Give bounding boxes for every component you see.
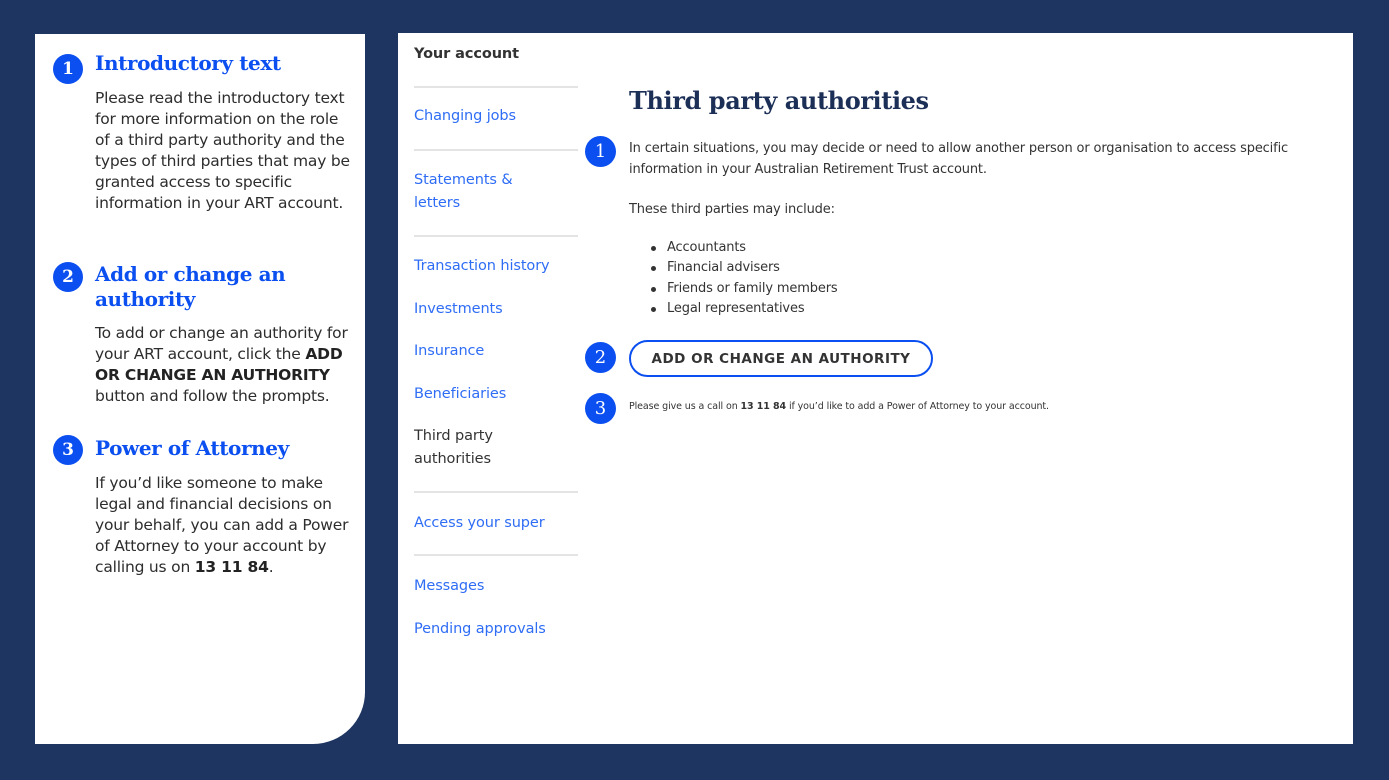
nav-item-messages[interactable]: Messages (414, 575, 574, 598)
note-text: Please give us a call on (629, 401, 741, 412)
nav-item-transaction-history[interactable]: Transaction history (414, 255, 574, 278)
explainer-panel: 1 Introductory text Please read the intr… (35, 34, 365, 744)
explainer-title-intro: Introductory text (95, 51, 281, 75)
list-item: Friends or family members (649, 279, 838, 299)
step-1-badge: 1 (53, 54, 83, 84)
add-or-change-authority-button[interactable]: ADD OR CHANGE AN AUTHORITY (629, 340, 933, 377)
page-title: Third party authorities (629, 86, 929, 115)
nav-item-access-your-super[interactable]: Access your super (414, 512, 574, 535)
tutorial-slide: 1 Introductory text Please read the intr… (0, 0, 1389, 780)
nav-divider (414, 554, 578, 556)
step-3-badge: 3 (53, 435, 83, 465)
step-2-badge: 2 (53, 262, 83, 292)
explainer-title-poa: Power of Attorney (95, 436, 289, 460)
annotation-marker-2: 2 (585, 342, 616, 373)
nav-item-statements-letters[interactable]: Statements & letters (414, 169, 534, 215)
phone-number: 13 11 84 (740, 401, 787, 412)
nav-heading: Your account (414, 46, 519, 62)
nav-item-investments[interactable]: Investments (414, 298, 574, 321)
nav-item-beneficiaries[interactable]: Beneficiaries (414, 383, 574, 406)
nav-item-changing-jobs[interactable]: Changing jobs (414, 105, 574, 128)
nav-item-insurance[interactable]: Insurance (414, 340, 574, 363)
body-text: . (268, 558, 274, 576)
power-of-attorney-note: Please give us a call on 13 11 84 if you… (629, 400, 1049, 414)
nav-divider (414, 86, 578, 88)
explainer-body-intro: Please read the introductory text for mo… (95, 89, 350, 212)
list-item: Financial advisers (649, 258, 838, 278)
nav-item-pending-approvals[interactable]: Pending approvals (414, 618, 574, 641)
nav-item-third-party-authorities[interactable]: Third party authorities (414, 425, 524, 471)
note-text: if you’d like to add a Power of Attorney… (786, 401, 1049, 412)
explainer-title-add-authority: Add or change an authority (95, 262, 286, 311)
list-item: Legal representatives (649, 299, 838, 319)
annotation-marker-3: 3 (585, 393, 616, 424)
explainer-body-add-authority: To add or change an authority for your A… (95, 323, 351, 407)
intro-text: In certain situations, you may decide or… (629, 141, 1289, 177)
nav-divider (414, 235, 578, 237)
phone-number-emphasis: 13 11 84 (194, 558, 269, 576)
nav-divider (414, 491, 578, 493)
third-parties-label: These third parties may include: (629, 202, 835, 217)
list-item: Accountants (649, 238, 838, 258)
explainer-body-poa: If you’d like someone to make legal and … (95, 473, 351, 578)
nav-divider (414, 149, 578, 151)
body-text: button and follow the prompts. (95, 387, 330, 405)
third-party-types-list: Accountants Financial advisers Friends o… (649, 238, 838, 319)
annotation-marker-1: 1 (585, 136, 616, 167)
account-page-screenshot: Your account Changing jobs Statements & … (398, 33, 1353, 744)
